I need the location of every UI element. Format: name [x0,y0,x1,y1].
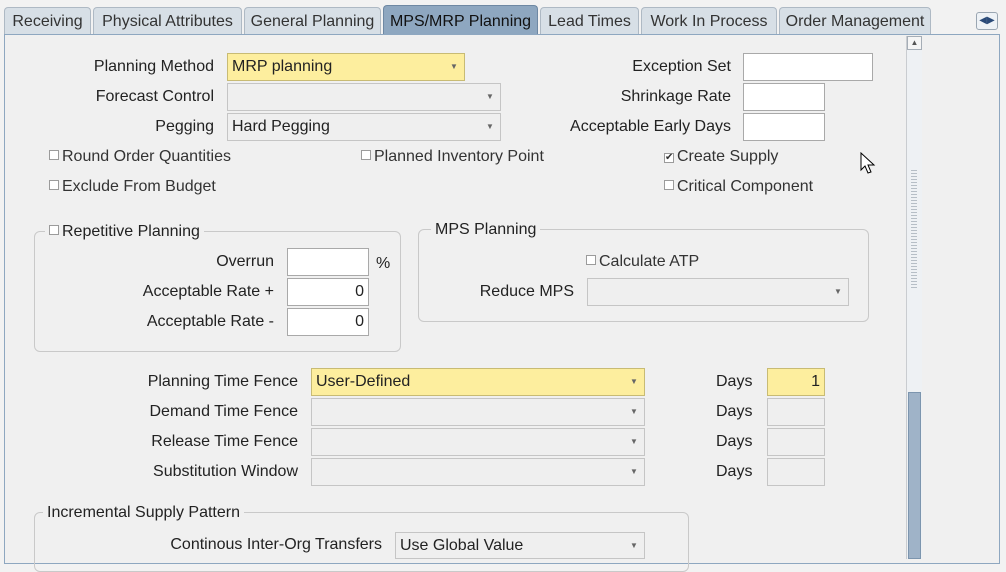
checkbox-icon[interactable] [49,180,59,190]
tab-physical-attributes[interactable]: Physical Attributes [93,7,242,34]
tab-mps-mrp-planning[interactable]: MPS/MRP Planning [383,5,538,35]
forecast-control-label: Forecast Control [95,88,214,105]
chevron-down-icon[interactable]: ▼ [626,459,642,485]
vertical-scrollbar[interactable]: ▲ [906,36,922,559]
acceptable-early-days-label: Acceptable Early Days [570,118,731,135]
forecast-control-select[interactable]: ▼ [227,83,501,111]
continous-inter-org-transfers-select[interactable]: Use Global Value ▼ [395,532,645,559]
incremental-supply-pattern-title: Incremental Supply Pattern [43,504,244,522]
reduce-mps-label: Reduce MPS [479,283,574,300]
scrollbar-grip [911,170,917,288]
demand-time-fence-days-label: Days [716,403,753,420]
percent-label: % [376,255,391,272]
overrun-label: Overrun [216,253,274,270]
checkbox-icon[interactable] [664,180,674,190]
mouse-pointer-icon [860,152,876,174]
acceptable-rate-minus-field[interactable]: 0 [287,308,369,336]
planned-inventory-point-checkbox[interactable]: Planned Inventory Point [361,148,544,166]
checkbox-icon[interactable] [49,225,59,235]
tab-bar: Receiving Physical Attributes General Pl… [0,0,1006,36]
mps-planning-group [418,229,869,322]
create-supply-checkbox[interactable]: ✔ Create Supply [664,148,778,166]
release-time-fence-days-label: Days [716,433,753,450]
demand-time-fence-days-field[interactable] [767,398,825,426]
scroll-up-arrow-icon[interactable]: ▲ [907,36,922,50]
pegging-value: Hard Pegging [232,118,330,135]
demand-time-fence-label: Demand Time Fence [149,403,298,420]
exclude-from-budget-label: Exclude From Budget [62,178,216,195]
pegging-select[interactable]: Hard Pegging ▼ [227,113,501,141]
reduce-mps-select[interactable]: ▼ [587,278,849,306]
tab-receiving[interactable]: Receiving [4,7,91,34]
planning-time-fence-value: User-Defined [316,373,411,390]
planning-method-value: MRP planning [232,58,333,75]
planning-time-fence-days-label: Days [716,373,753,390]
mps-planning-title: MPS Planning [431,221,541,239]
critical-component-label: Critical Component [677,178,814,195]
round-order-quantities-label: Round Order Quantities [62,148,231,165]
exception-set-label: Exception Set [632,58,731,75]
planned-inventory-point-label: Planned Inventory Point [374,148,544,165]
chevron-down-icon[interactable]: ▼ [482,84,498,110]
chevron-down-icon[interactable]: ▼ [830,279,846,305]
left-right-arrows-icon[interactable]: ◀▶ [976,12,998,30]
continous-inter-org-transfers-label: Continous Inter-Org Transfers [170,536,382,553]
chevron-down-icon[interactable]: ▼ [626,429,642,455]
chevron-down-icon[interactable]: ▼ [626,399,642,425]
planning-method-select[interactable]: MRP planning ▼ [227,53,465,81]
calculate-atp-label: Calculate ATP [599,253,700,270]
shrinkage-rate-field[interactable] [743,83,825,111]
tab-order-management[interactable]: Order Management [779,7,931,34]
chevron-down-icon[interactable]: ▼ [482,114,498,140]
release-time-fence-label: Release Time Fence [151,433,298,450]
overrun-field[interactable] [287,248,369,276]
checkbox-icon[interactable] [49,150,59,160]
continous-inter-org-transfers-value: Use Global Value [400,537,524,554]
tab-lead-times[interactable]: Lead Times [540,7,639,34]
exclude-from-budget-checkbox[interactable]: Exclude From Budget [49,178,216,196]
critical-component-checkbox[interactable]: Critical Component [664,178,813,196]
checkmark-icon[interactable]: ✔ [664,153,674,163]
checkbox-icon[interactable] [586,255,596,265]
tab-work-in-process[interactable]: Work In Process [641,7,777,34]
substitution-window-days-label: Days [716,463,753,480]
demand-time-fence-select[interactable]: ▼ [311,398,645,426]
release-time-fence-days-field[interactable] [767,428,825,456]
round-order-quantities-checkbox[interactable]: Round Order Quantities [49,148,231,166]
chevron-down-icon[interactable]: ▼ [626,369,642,395]
substitution-window-days-field[interactable] [767,458,825,486]
release-time-fence-select[interactable]: ▼ [311,428,645,456]
planning-time-fence-days-field[interactable]: 1 [767,368,825,396]
substitution-window-select[interactable]: ▼ [311,458,645,486]
chevron-down-icon[interactable]: ▼ [446,54,462,80]
acceptable-early-days-field[interactable] [743,113,825,141]
acceptable-rate-plus-label: Acceptable Rate + [142,283,274,300]
chevron-down-icon[interactable]: ▼ [626,533,642,558]
tab-general-planning[interactable]: General Planning [244,7,381,34]
planning-time-fence-select[interactable]: User-Defined ▼ [311,368,645,396]
shrinkage-rate-label: Shrinkage Rate [620,88,731,105]
checkbox-icon[interactable] [361,150,371,160]
planning-time-fence-label: Planning Time Fence [147,373,298,390]
repetitive-planning-checkbox[interactable]: Repetitive Planning [45,223,204,241]
planning-method-label: Planning Method [93,58,214,75]
pegging-label: Pegging [155,118,214,135]
acceptable-rate-plus-field[interactable]: 0 [287,278,369,306]
scrollbar-thumb[interactable] [908,392,921,559]
exception-set-field[interactable] [743,53,873,81]
create-supply-label: Create Supply [677,148,779,165]
acceptable-rate-minus-label: Acceptable Rate - [146,313,274,330]
repetitive-planning-title: Repetitive Planning [62,223,200,240]
substitution-window-label: Substitution Window [153,463,298,480]
calculate-atp-checkbox[interactable]: Calculate ATP [586,253,699,271]
